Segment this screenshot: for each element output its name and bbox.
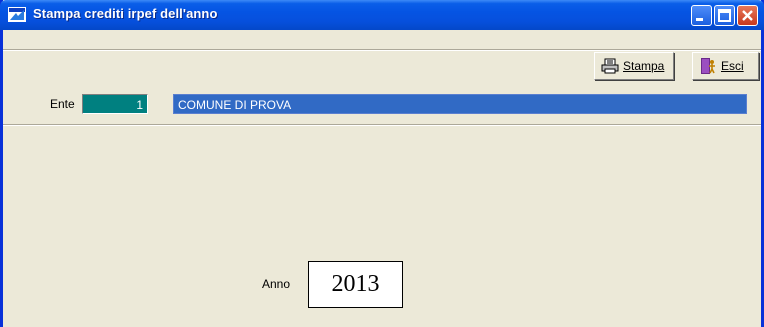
anno-input[interactable]: 2013 bbox=[308, 261, 403, 308]
exit-button[interactable]: Esci bbox=[692, 52, 759, 80]
print-button[interactable]: Stampa bbox=[594, 52, 674, 80]
close-icon bbox=[742, 10, 753, 21]
app-window-icon bbox=[8, 7, 26, 22]
ente-name-field[interactable]: COMUNE DI PROVA bbox=[173, 94, 747, 114]
print-button-label: Stampa bbox=[623, 59, 665, 73]
anno-label: Anno bbox=[262, 277, 291, 291]
minimize-icon bbox=[696, 18, 703, 21]
close-button[interactable] bbox=[737, 5, 758, 26]
title-bar[interactable]: Stampa crediti irpef dell'anno bbox=[0, 0, 764, 30]
printer-icon bbox=[601, 58, 619, 74]
maximize-button[interactable] bbox=[714, 5, 735, 26]
exit-button-label: Esci bbox=[721, 59, 744, 73]
exit-door-icon bbox=[701, 58, 715, 74]
ente-code-field[interactable]: 1 bbox=[82, 94, 148, 114]
report-window: Stampa crediti irpef dell'anno Stampa Es bbox=[0, 0, 764, 327]
toolbar-top-divider bbox=[3, 49, 761, 51]
header-divider bbox=[3, 124, 761, 126]
ente-label: Ente bbox=[50, 97, 75, 111]
window-title: Stampa crediti irpef dell'anno bbox=[33, 6, 218, 21]
minimize-button[interactable] bbox=[691, 5, 712, 26]
maximize-icon bbox=[718, 9, 731, 22]
